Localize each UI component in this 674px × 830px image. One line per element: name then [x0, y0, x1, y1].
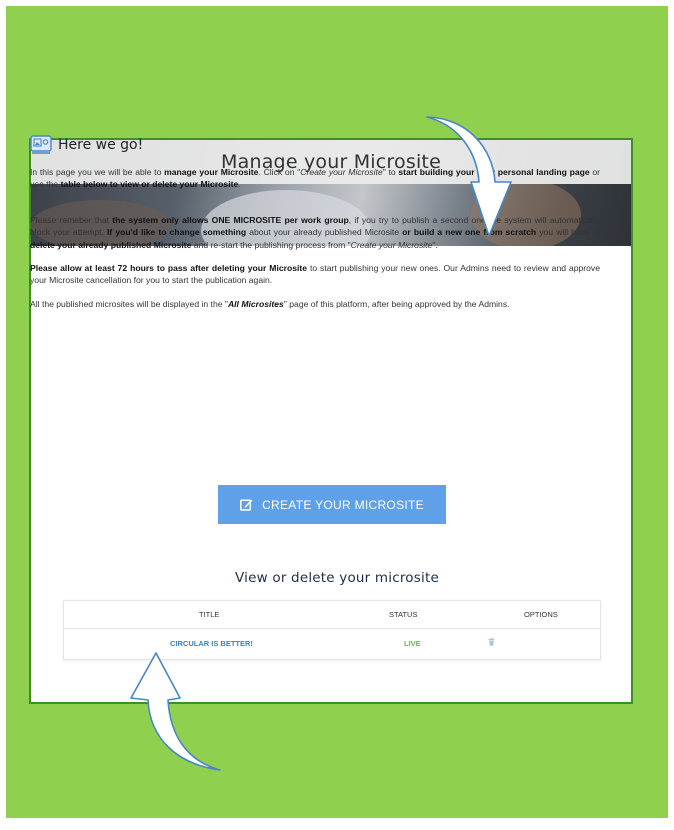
column-header-options: OPTIONS [524, 610, 558, 619]
table-header-row: TITLE STATUS OPTIONS [64, 601, 600, 629]
curved-arrow-down-icon [426, 116, 512, 237]
column-header-title: TITLE [199, 610, 220, 619]
status-badge: LIVE [404, 639, 421, 648]
create-microsite-button[interactable]: CREATE YOUR MICROSITE [218, 485, 446, 524]
curved-arrow-up-icon [130, 652, 221, 771]
table-heading: View or delete your microsite [235, 570, 439, 586]
intro-paragraph-3: Please allow at least 72 hours to pass a… [30, 263, 600, 286]
edit-icon [240, 499, 253, 511]
intro-paragraph-4: All the published microsites will be dis… [30, 299, 510, 309]
create-microsite-label: CREATE YOUR MICROSITE [262, 497, 424, 512]
column-header-status: STATUS [389, 610, 418, 619]
trash-icon[interactable] [488, 638, 495, 646]
section-heading-text: Here we go! [58, 137, 144, 153]
laptop-image-icon [30, 135, 52, 154]
section-heading: Here we go! [30, 135, 143, 155]
microsite-title-link[interactable]: CIRCULAR IS BETTER! [170, 639, 253, 648]
